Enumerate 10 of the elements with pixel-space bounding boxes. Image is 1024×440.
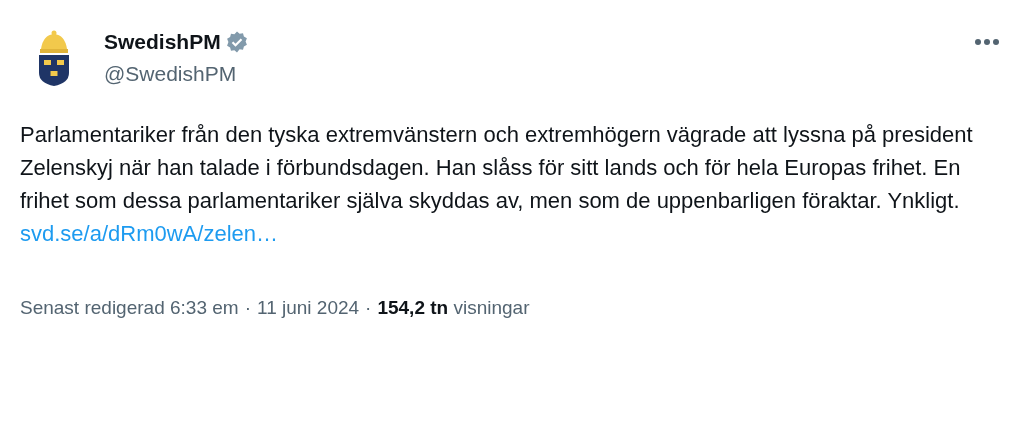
- author-handle[interactable]: @SwedishPM: [104, 60, 249, 88]
- view-count: 154,2 tn visningar: [377, 296, 530, 320]
- edited-time[interactable]: Senast redigerad 6:33 em: [20, 294, 239, 323]
- author-name[interactable]: SwedishPM: [104, 28, 221, 56]
- coat-of-arms-icon: [37, 29, 71, 87]
- separator: ·: [244, 296, 251, 320]
- more-options-icon[interactable]: [974, 38, 1000, 46]
- tweet-text: Parlamentariker från den tyska extremvänstern och extremhögern vägrade att lyssna på president Zelenskyj när han talade i förbundsdagen. Han slåss för sitt lands och för hela Europas frihet. En frihet som dessa parlamentariker själva skyddas av, men som de uppenbarligen föraktar. Ynkligt.: [20, 121, 974, 215]
- post-date[interactable]: 11 juni 2024: [256, 294, 360, 323]
- separator: ·: [365, 296, 372, 320]
